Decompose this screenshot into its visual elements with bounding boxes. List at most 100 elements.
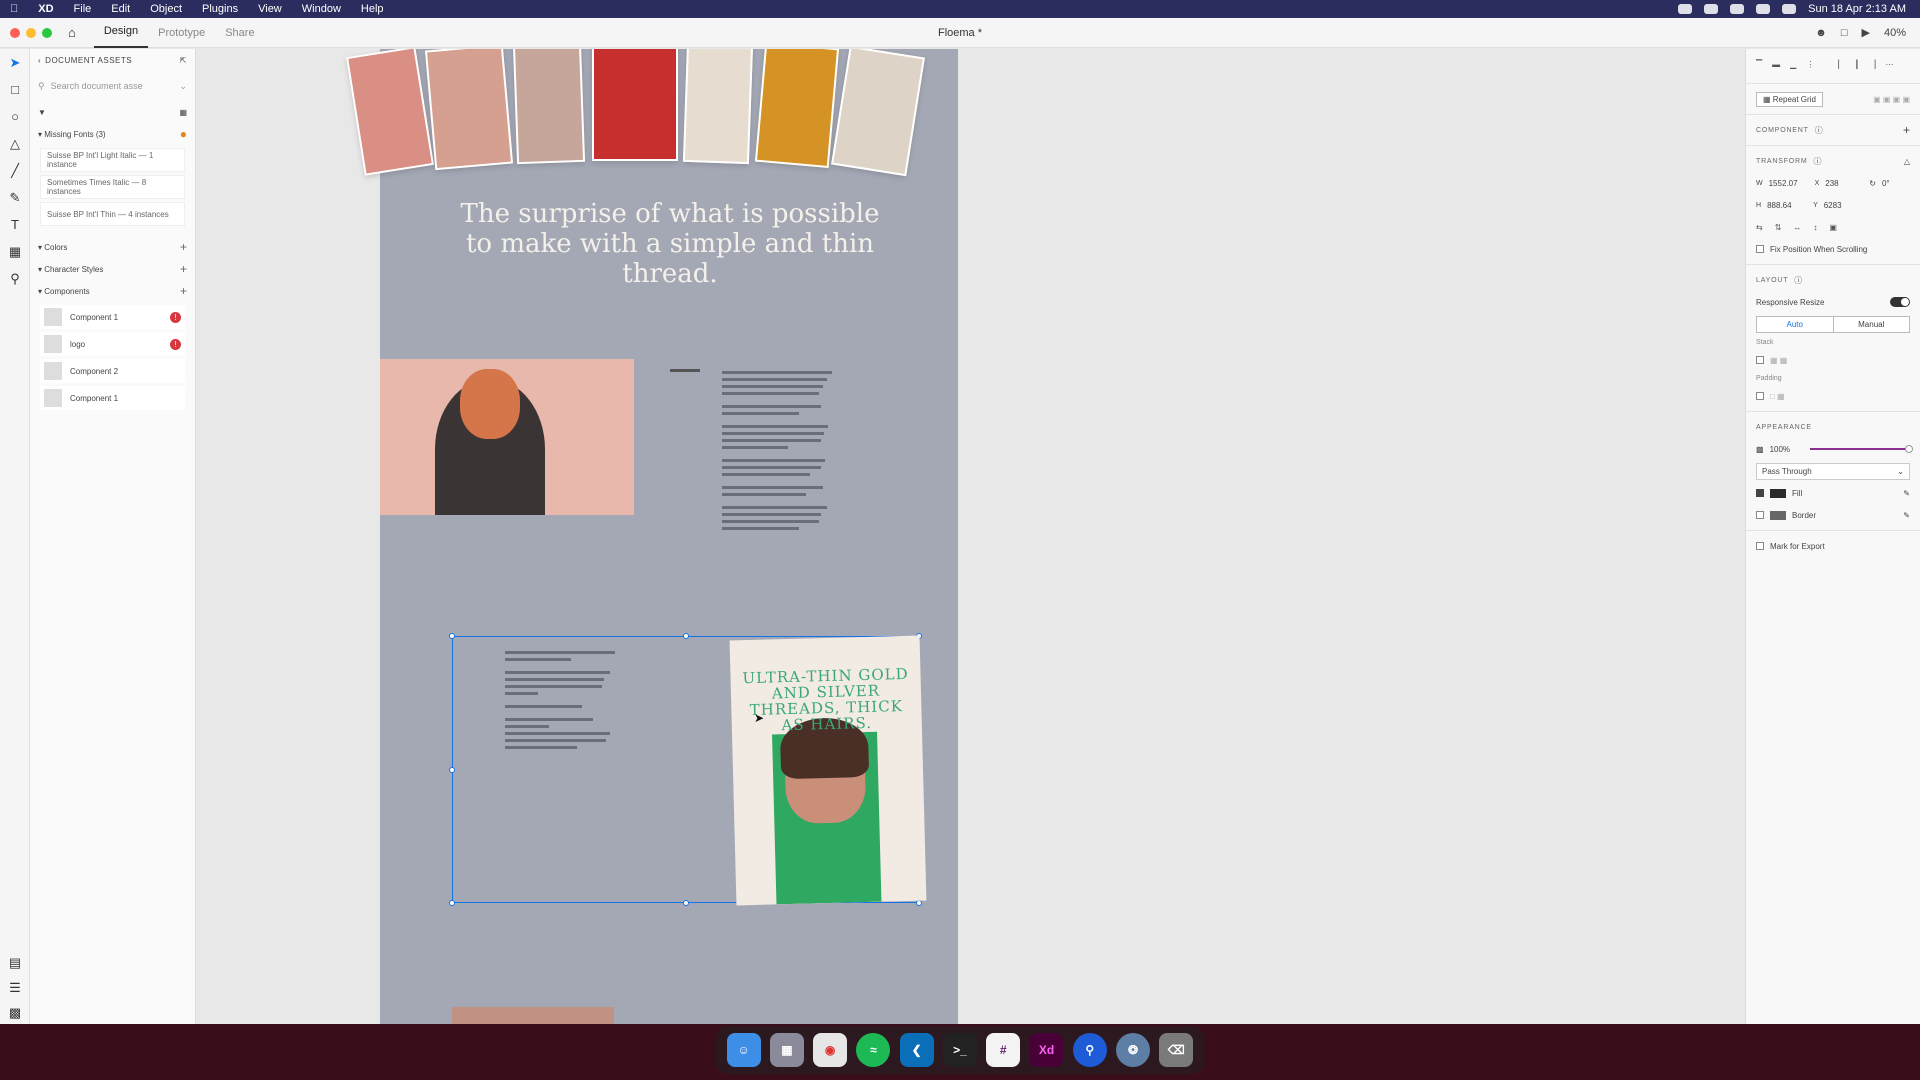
missing-font-item[interactable]: Suisse BP Int'l Light Italic — 1 instanc… <box>40 148 185 172</box>
menu-object[interactable]: Object <box>140 3 192 15</box>
tab-prototype[interactable]: Prototype <box>148 18 215 48</box>
play-icon[interactable]: ▶ <box>1862 26 1870 39</box>
fit-width-icon[interactable]: ↔ <box>1793 223 1801 232</box>
zoom-level[interactable]: 40% <box>1884 27 1906 39</box>
tab-share[interactable]: Share <box>215 18 264 48</box>
colors-section[interactable]: ▾ Colors + <box>30 236 195 258</box>
safari-icon[interactable]: ❂ <box>1116 1033 1151 1067</box>
back-chevron-icon[interactable]: ‹ <box>38 56 41 65</box>
height-input[interactable]: 888.64 <box>1767 201 1807 210</box>
menu-file[interactable]: File <box>64 3 102 15</box>
xd-icon[interactable]: Xd <box>1029 1033 1064 1067</box>
device-preview-icon[interactable]: □ <box>1841 27 1848 39</box>
distribute-horizontal-icon[interactable]: ⋯ <box>1885 60 1893 69</box>
resize-handle[interactable] <box>916 900 922 906</box>
component-item[interactable]: Component 2 <box>40 359 185 383</box>
wifi-icon[interactable] <box>1756 4 1771 14</box>
padding-checkbox[interactable] <box>1756 392 1764 400</box>
fit-height-icon[interactable]: ↕ <box>1813 223 1817 232</box>
model-photo[interactable] <box>380 359 634 515</box>
strip-image[interactable] <box>592 49 678 161</box>
apple-icon[interactable]:  <box>0 3 28 15</box>
design-canvas[interactable]: The surprise of what is possible to make… <box>197 49 1745 1024</box>
missing-fonts-section[interactable]: ▾ Missing Fonts (3) ● <box>30 123 195 145</box>
filter-icon[interactable]: ▼ <box>38 108 46 117</box>
add-component-icon[interactable]: + <box>1903 123 1910 137</box>
strip-image[interactable] <box>682 49 754 165</box>
strip-image[interactable] <box>512 49 586 165</box>
align-bottom-icon[interactable]: ▁ <box>1790 60 1796 69</box>
ellipse-tool-icon[interactable]: ○ <box>0 103 30 130</box>
text-block[interactable] <box>670 369 700 372</box>
vscode-icon[interactable]: ❮ <box>899 1033 934 1067</box>
maps-icon[interactable]: ⚲ <box>1072 1033 1107 1067</box>
strip-image[interactable] <box>346 49 434 176</box>
strip-image[interactable] <box>831 49 925 177</box>
stack-checkbox[interactable] <box>1756 356 1764 364</box>
align-center-icon[interactable]: ┃ <box>1854 60 1859 69</box>
3d-transform-icon[interactable]: △ <box>1904 157 1910 166</box>
eyedropper-icon[interactable]: ✎ <box>1903 489 1910 498</box>
flip-vertical-icon[interactable]: ⇅ <box>1775 223 1782 232</box>
stack-direction-icon[interactable]: ▦ ▦ <box>1770 356 1787 365</box>
menu-plugins[interactable]: Plugins <box>192 3 248 15</box>
missing-font-item[interactable]: Suisse BP Int'l Thin — 4 instances <box>40 202 185 226</box>
opacity-input[interactable]: 100% <box>1770 445 1790 454</box>
line-tool-icon[interactable]: ╱ <box>0 157 30 184</box>
rotation-input[interactable]: 0° <box>1882 179 1890 188</box>
boolean-ops-icon[interactable]: ▣ ▣ ▣ ▣ <box>1873 95 1910 104</box>
flip-horizontal-icon[interactable]: ⇆ <box>1756 223 1763 232</box>
home-icon[interactable]: ⌂ <box>68 25 76 40</box>
status-icon[interactable] <box>1730 4 1745 14</box>
resize-handle[interactable] <box>449 767 455 773</box>
mark-export-checkbox[interactable] <box>1756 542 1764 550</box>
border-checkbox[interactable] <box>1756 511 1764 519</box>
add-icon[interactable]: + <box>180 262 187 276</box>
user-icon[interactable]: ☻ <box>1815 27 1827 39</box>
artboard-tool-icon[interactable]: ▦ <box>0 238 30 265</box>
polygon-tool-icon[interactable]: △ <box>0 130 30 157</box>
component-item[interactable]: Component 1 <box>40 386 185 410</box>
tab-design[interactable]: Design <box>93 18 149 48</box>
strip-image[interactable] <box>424 49 514 171</box>
body-text-column[interactable] <box>722 367 832 587</box>
plugins-icon[interactable]: ▩ <box>0 999 30 1024</box>
trash-icon[interactable]: ⌫ <box>1159 1033 1194 1067</box>
close-window-button[interactable] <box>10 27 20 38</box>
headline-text[interactable]: The surprise of what is possible to make… <box>460 199 880 289</box>
assets-icon[interactable]: ▤ <box>0 949 30 976</box>
clock[interactable]: Sun 18 Apr 2:13 AM <box>1808 3 1906 15</box>
text-tool-icon[interactable]: T <box>0 211 30 238</box>
status-icon[interactable] <box>1704 4 1719 14</box>
zoom-tool-icon[interactable]: ⚲ <box>0 265 30 292</box>
chrome-icon[interactable]: ◉ <box>813 1033 848 1067</box>
eyedropper-icon[interactable]: ✎ <box>1903 511 1910 520</box>
x-input[interactable]: 238 <box>1825 179 1863 188</box>
align-middle-icon[interactable]: ▬ <box>1772 60 1780 69</box>
opacity-slider[interactable] <box>1810 445 1913 453</box>
border-swatch[interactable] <box>1770 510 1786 520</box>
components-section[interactable]: ▾ Components + <box>30 280 195 302</box>
width-input[interactable]: 1552.07 <box>1769 179 1809 188</box>
search-input[interactable]: ⚲ Search document asse ⌄ <box>38 77 187 95</box>
resize-handle[interactable] <box>449 633 455 639</box>
align-left-icon[interactable]: ▏ <box>1838 60 1844 69</box>
rectangle-tool-icon[interactable]: □ <box>0 76 30 103</box>
search-icon[interactable] <box>1782 4 1797 14</box>
lock-aspect-icon[interactable]: ▣ <box>1829 223 1837 232</box>
character-styles-section[interactable]: ▾ Character Styles + <box>30 258 195 280</box>
chevron-down-icon[interactable]: ⌄ <box>179 81 187 92</box>
spotify-icon[interactable]: ≈ <box>856 1033 891 1067</box>
align-top-icon[interactable]: ▔ <box>1756 60 1762 69</box>
strip-image[interactable] <box>754 49 840 168</box>
maximize-window-button[interactable] <box>42 27 52 38</box>
pen-tool-icon[interactable]: ✎ <box>0 184 30 211</box>
fill-checkbox[interactable] <box>1756 489 1764 497</box>
finder-icon[interactable]: ☺ <box>726 1033 761 1067</box>
responsive-resize-toggle[interactable] <box>1890 297 1910 307</box>
repeat-grid-button[interactable]: ▦ Repeat Grid <box>1756 91 1823 107</box>
minimize-window-button[interactable] <box>26 27 36 38</box>
poster-image[interactable]: ULTRA-THIN GOLD AND SILVER THREADS, THIC… <box>729 635 927 906</box>
add-icon[interactable]: + <box>180 240 187 254</box>
menu-edit[interactable]: Edit <box>101 3 140 15</box>
